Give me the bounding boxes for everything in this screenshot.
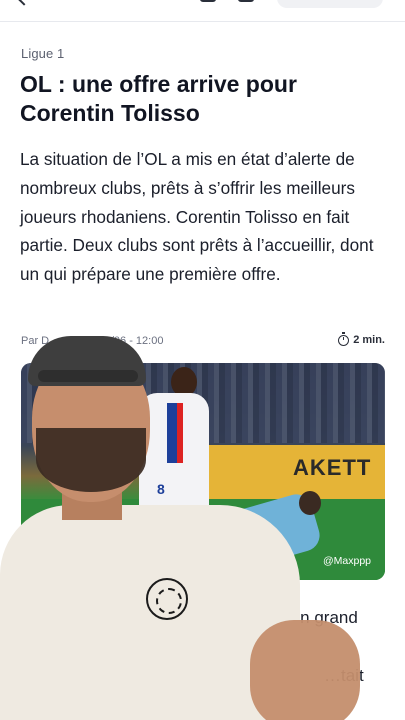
article-category[interactable]: Ligue 1 (21, 46, 64, 61)
article-meta: Par D… …abi - 26/06 - 12:00 2 min. (21, 331, 385, 350)
search-pill[interactable] (277, 0, 383, 8)
advertising-board-text: AKETT (293, 455, 372, 480)
article-body: …it son grand …tait (20, 604, 390, 690)
read-time-label: 2 min. (353, 334, 385, 346)
article-image[interactable]: AKETT 8 @Maxppp (21, 363, 385, 580)
body-line-3: …tait (324, 665, 364, 685)
author-date: Par D… …abi - 26/06 - 12:00 (21, 335, 164, 347)
top-navigation-bar (0, 0, 405, 22)
read-time: 2 min. (338, 331, 385, 346)
bookmark-icon[interactable] (238, 0, 254, 2)
opponent-head (299, 491, 321, 515)
article-lead: La situation de l’OL a mis en état d’ale… (20, 149, 374, 285)
body-line-2 (20, 633, 390, 662)
jersey-stripe-blue (167, 403, 177, 463)
stopwatch-icon (338, 331, 350, 346)
image-credit: @Maxppp (322, 555, 371, 567)
back-chevron-icon[interactable] (18, 0, 30, 6)
body-line-1: …it son grand (252, 608, 358, 627)
jersey-stripe-red (177, 403, 183, 463)
article-title: OL : une offre arrive pour Corentin Toli… (20, 71, 297, 126)
shirt-number: 8 (157, 481, 165, 497)
share-icon[interactable] (200, 0, 216, 2)
player-lyon (139, 393, 209, 523)
